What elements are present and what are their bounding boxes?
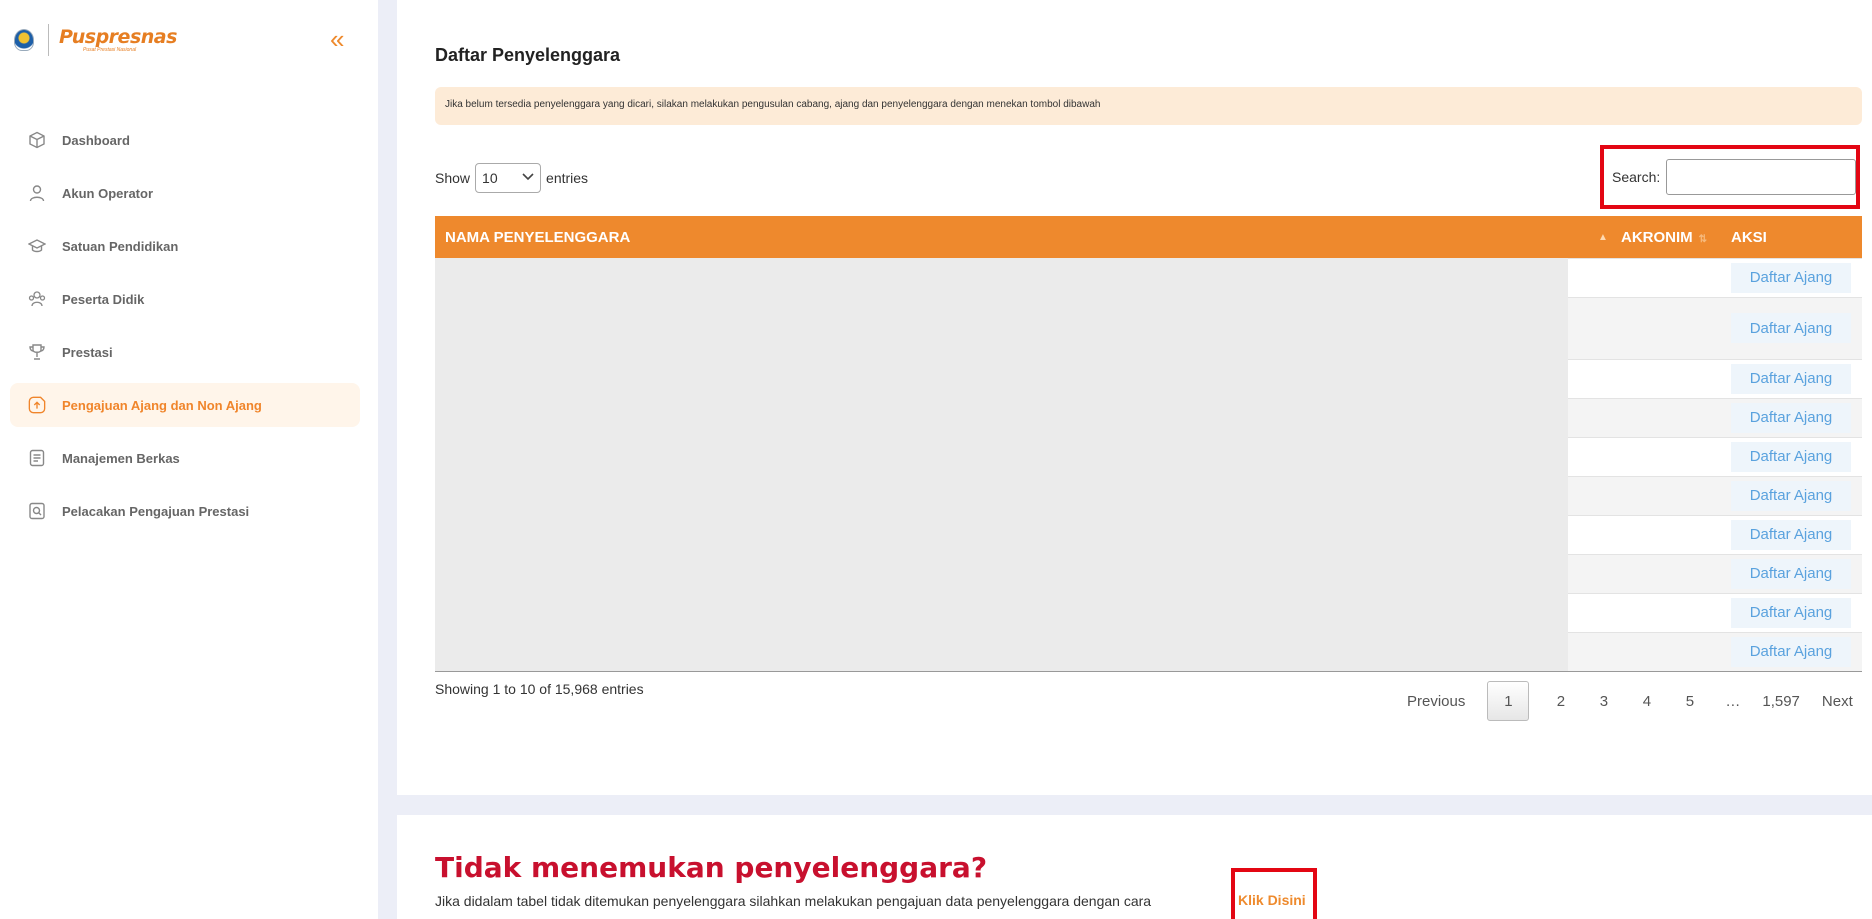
cell-nama-redacted: [435, 437, 1568, 476]
table-row: Daftar Ajang: [435, 437, 1862, 476]
table-row: Daftar Ajang: [435, 554, 1862, 593]
pagination: Previous 1 2 3 4 5 … 1,597 Next: [1397, 681, 1853, 721]
klik-disini-link[interactable]: Klik Disini: [1238, 892, 1306, 908]
sidebar-item-satuan-pendidikan[interactable]: Satuan Pendidikan: [10, 224, 360, 268]
pagination-page-last[interactable]: 1,597: [1762, 693, 1800, 710]
table-row: Daftar Ajang: [435, 593, 1862, 632]
column-header-aksi: AKSI: [1731, 228, 1767, 246]
not-found-title: Tidak menemukan penyelenggara?: [435, 851, 988, 884]
table-row: Daftar Ajang: [435, 297, 1862, 359]
sidebar-item-label: Pelacakan Pengajuan Prestasi: [62, 503, 250, 519]
search-doc-icon: [28, 502, 46, 520]
table-row: Daftar Ajang: [435, 258, 1862, 297]
sidebar-item-akun-operator[interactable]: Akun Operator: [10, 171, 360, 215]
daftar-ajang-button[interactable]: Daftar Ajang: [1731, 480, 1851, 511]
info-alert: Jika belum tersedia penyelenggara yang d…: [435, 87, 1862, 125]
sidebar-item-label: Satuan Pendidikan: [62, 238, 179, 254]
search-highlight-box: Search:: [1600, 145, 1860, 209]
upload-doc-icon: [28, 396, 46, 414]
pagination-page-current[interactable]: 1: [1487, 681, 1530, 721]
cube-icon: [28, 131, 46, 149]
cell-nama-redacted: [435, 297, 1568, 359]
table-header: NAMA PENYELENGGARA ▲ AKRONIM ⇅ AKSI: [435, 216, 1862, 258]
sidebar-item-label: Akun Operator: [62, 185, 154, 201]
not-found-card: Tidak menemukan penyelenggara? Jika dida…: [397, 815, 1872, 919]
sidebar-item-label: Prestasi: [62, 344, 113, 360]
pagination-previous[interactable]: Previous: [1397, 693, 1475, 710]
table-divider: [435, 671, 1862, 672]
logo-divider: [48, 24, 49, 56]
column-header-nama[interactable]: NAMA PENYELENGGARA: [445, 229, 630, 246]
show-label: Show: [435, 170, 471, 186]
table-row: Daftar Ajang: [435, 476, 1862, 515]
penyelenggara-table: NAMA PENYELENGGARA ▲ AKRONIM ⇅ AKSI Dafta…: [435, 216, 1862, 672]
daftar-ajang-button[interactable]: Daftar Ajang: [1731, 597, 1851, 628]
sidebar-item-prestasi[interactable]: Prestasi: [10, 330, 360, 374]
table-row: Daftar Ajang: [435, 398, 1862, 437]
cell-nama-redacted: [435, 476, 1568, 515]
sort-asc-icon: ▲: [1598, 231, 1608, 243]
trophy-icon: [28, 343, 46, 361]
collapse-sidebar-icon[interactable]: «: [330, 26, 344, 52]
sort-icon: ⇅: [1698, 233, 1708, 245]
sidebar-item-peserta-didik[interactable]: Peserta Didik: [10, 277, 360, 321]
daftar-ajang-button[interactable]: Daftar Ajang: [1731, 636, 1851, 667]
file-icon: [28, 449, 46, 467]
table-row: Daftar Ajang: [435, 359, 1862, 398]
search-input[interactable]: [1666, 159, 1856, 195]
cell-nama-redacted: [435, 515, 1568, 554]
pagination-page[interactable]: 3: [1582, 693, 1625, 710]
daftar-ajang-button[interactable]: Daftar Ajang: [1731, 262, 1851, 293]
layout-gap: [378, 0, 397, 919]
page-title: Daftar Penyelenggara: [435, 45, 621, 65]
entries-select-value: 10: [482, 170, 498, 186]
graduation-cap-icon: [28, 237, 46, 255]
sidebar-item-manajemen-berkas[interactable]: Manajemen Berkas: [10, 436, 360, 480]
cell-nama-redacted: [435, 632, 1568, 671]
sidebar-item-pengajuan-ajang[interactable]: Pengajuan Ajang dan Non Ajang: [10, 383, 360, 427]
table-row: Daftar Ajang: [435, 515, 1862, 554]
pagination-next[interactable]: Next: [1822, 693, 1853, 710]
entries-label: entries: [546, 170, 589, 186]
logo-text: Puspresnas: [59, 25, 177, 48]
not-found-text: Jika didalam tabel tidak ditemukan penye…: [435, 893, 1152, 909]
sidebar-item-dashboard[interactable]: Dashboard: [10, 118, 360, 162]
sidebar: Puspresnas Pusat Prestasi Nasional « Das…: [0, 0, 378, 919]
daftar-ajang-button[interactable]: Daftar Ajang: [1731, 558, 1851, 589]
table-row: Daftar Ajang: [435, 632, 1862, 671]
daftar-ajang-button[interactable]: Daftar Ajang: [1731, 363, 1851, 394]
penyelenggara-card: Daftar Penyelenggara Jika belum tersedia…: [397, 0, 1872, 795]
sidebar-item-label: Pengajuan Ajang dan Non Ajang: [62, 397, 262, 413]
sidebar-nav: Dashboard Akun Operator Satuan Pendidika…: [10, 118, 360, 542]
table-info: Showing 1 to 10 of 15,968 entries: [435, 681, 644, 697]
user-icon: [28, 184, 46, 202]
column-header-akronim[interactable]: AKRONIM ⇅: [1621, 229, 1707, 246]
daftar-ajang-button[interactable]: Daftar Ajang: [1731, 519, 1851, 550]
cell-nama-redacted: [435, 258, 1568, 297]
cell-nama-redacted: [435, 593, 1568, 632]
cell-nama-redacted: [435, 554, 1568, 593]
entries-length-control: Show 10 entries: [435, 163, 588, 193]
tut-wuri-emblem-icon: [14, 29, 34, 51]
daftar-ajang-button[interactable]: Daftar Ajang: [1731, 441, 1851, 472]
cell-nama-redacted: [435, 398, 1568, 437]
chevron-down-icon: [522, 172, 534, 184]
logo[interactable]: Puspresnas Pusat Prestasi Nasional: [14, 24, 177, 56]
daftar-ajang-button[interactable]: Daftar Ajang: [1731, 402, 1851, 433]
pagination-ellipsis: …: [1725, 692, 1741, 710]
sidebar-item-label: Peserta Didik: [62, 291, 145, 307]
sidebar-item-pelacakan-pengajuan[interactable]: Pelacakan Pengajuan Prestasi: [10, 489, 360, 533]
column-header-akronim-label: AKRONIM: [1621, 228, 1693, 246]
sidebar-item-label: Dashboard: [62, 132, 130, 148]
sidebar-item-label: Manajemen Berkas: [62, 450, 180, 466]
pagination-page[interactable]: 5: [1668, 693, 1711, 710]
cell-nama-redacted: [435, 359, 1568, 398]
pagination-page[interactable]: 2: [1539, 693, 1582, 710]
users-icon: [28, 290, 46, 308]
pagination-page[interactable]: 4: [1625, 693, 1668, 710]
search-label: Search:: [1612, 169, 1661, 185]
entries-select[interactable]: 10: [475, 163, 542, 193]
daftar-ajang-button[interactable]: Daftar Ajang: [1731, 313, 1851, 343]
